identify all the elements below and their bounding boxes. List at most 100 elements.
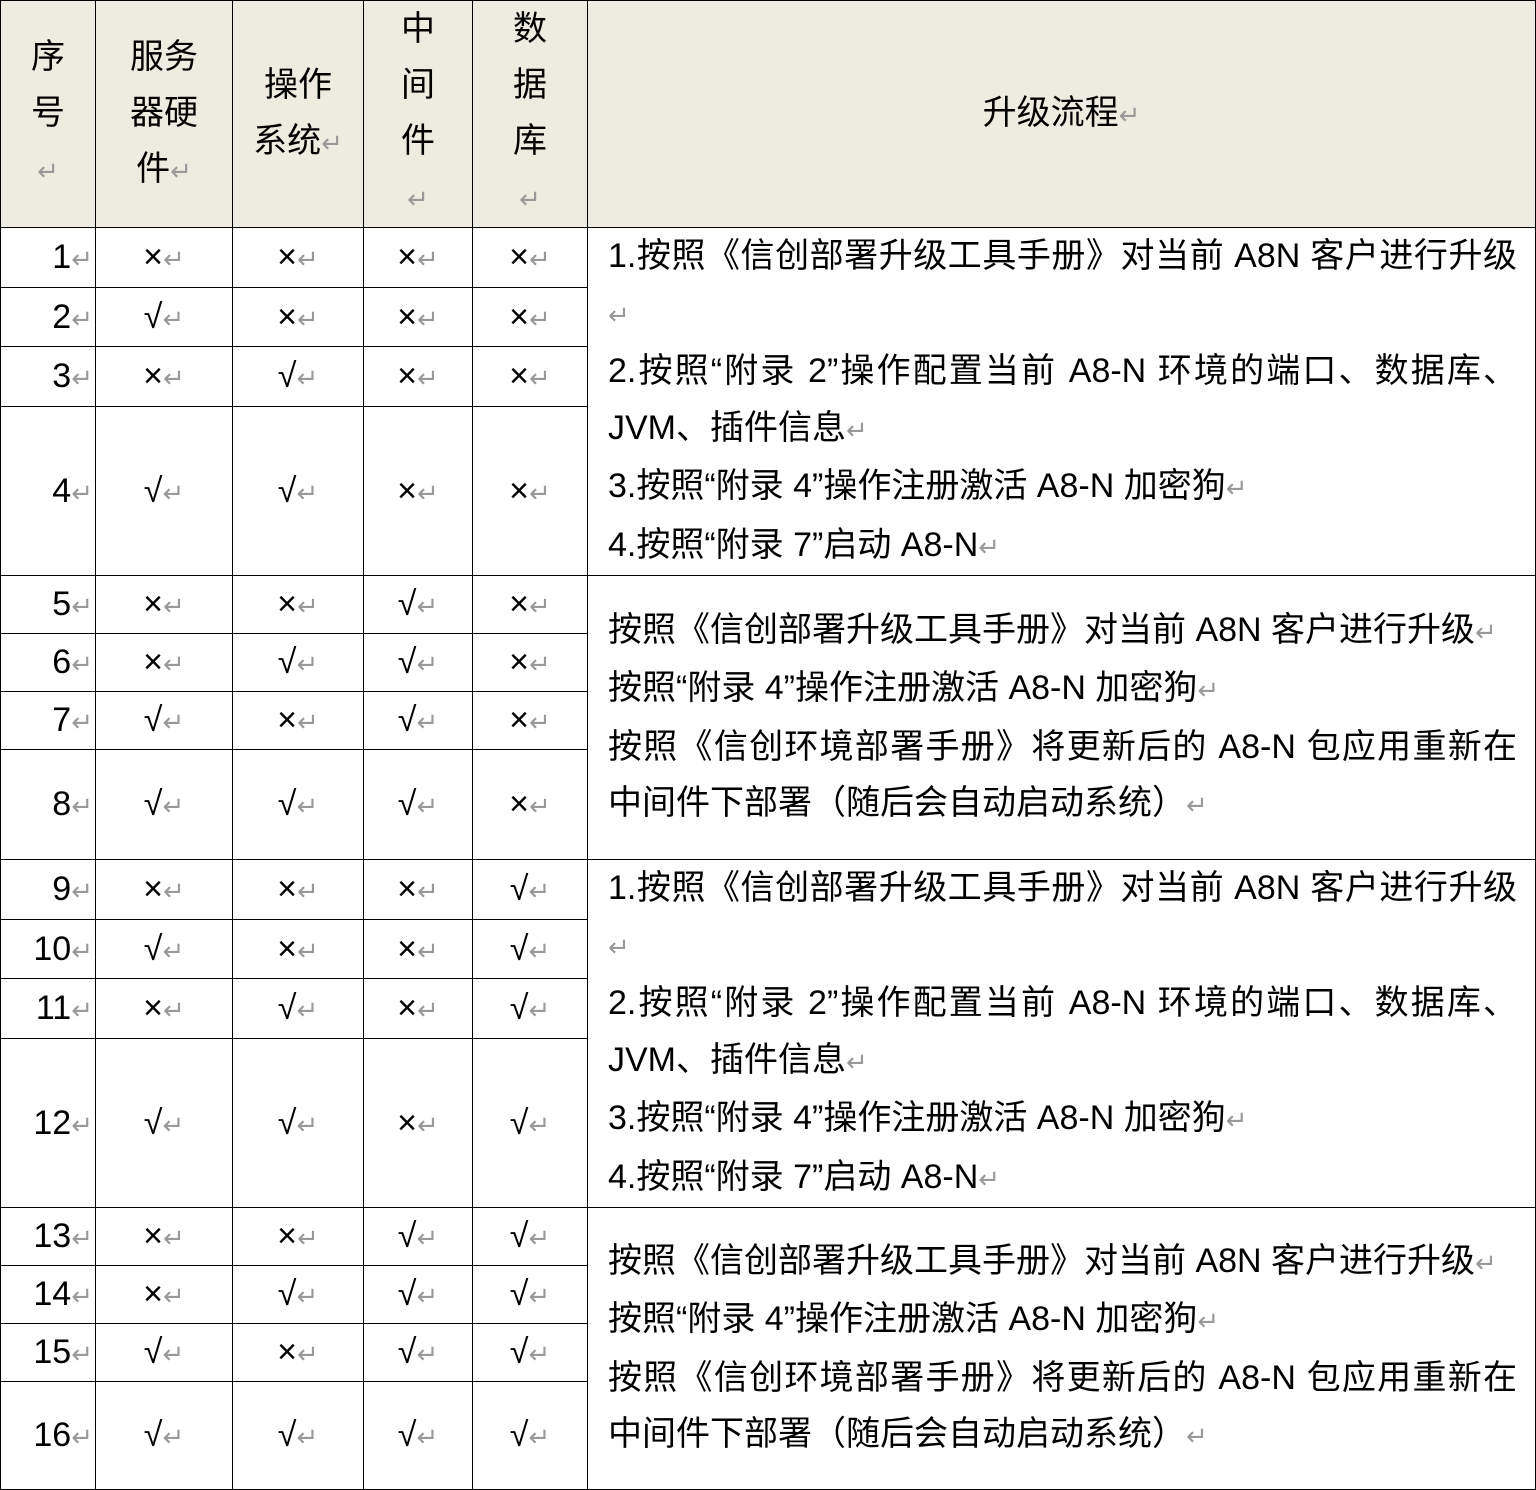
hardware-cell-value: √: [143, 929, 163, 968]
database-cell: √: [472, 978, 588, 1040]
os-cell: ×: [232, 859, 364, 920]
database-cell: ×: [472, 749, 588, 860]
database-cell: ×: [472, 286, 588, 348]
table-row: 9 × × × √ 1.按照《信创部署升级工具手册》对当前 A8N 客户进行升级2.按照“…: [0, 859, 1536, 1208]
process-step: 4.按照“附录 7”启动 A8-N: [608, 1149, 1517, 1208]
row-number-value: 16: [33, 1416, 72, 1454]
row-number-value: 4: [52, 471, 72, 510]
row-number-value: 10: [33, 929, 72, 968]
process-step: 1.按照《信创部署升级工具手册》对当前 A8N 客户进行升级: [608, 860, 1517, 975]
hardware-cell: √: [95, 691, 233, 750]
middleware-cell-value: ×: [397, 357, 418, 396]
middleware-cell-value: √: [397, 1275, 417, 1313]
hardware-cell: ×: [95, 1265, 233, 1324]
hardware-cell-value: √: [143, 701, 163, 739]
os-cell: √: [232, 633, 364, 692]
middleware-cell: √: [363, 749, 473, 860]
row-number-value: 14: [33, 1275, 72, 1313]
hardware-cell-value: ×: [143, 989, 164, 1028]
os-cell-value: √: [277, 1275, 297, 1313]
hardware-cell-value: ×: [143, 237, 164, 276]
hardware-cell: √: [95, 1323, 233, 1382]
database-cell-value: ×: [509, 643, 530, 681]
process-step: 按照“附录 4”操作注册激活 A8-N 加密狗: [608, 1291, 1517, 1350]
database-cell: ×: [472, 346, 588, 408]
header-no: 序号: [0, 0, 96, 228]
middleware-cell-value: √: [397, 785, 417, 823]
process-step: 按照“附录 4”操作注册激活 A8-N 加密狗: [608, 660, 1517, 719]
hardware-cell: ×: [95, 1207, 233, 1266]
hardware-cell: √: [95, 1038, 233, 1208]
upgrade-process-cell: 按照《信创部署升级工具手册》对当前 A8N 客户进行升级按照“附录 4”操作注册…: [587, 575, 1536, 860]
hardware-cell: √: [95, 406, 233, 576]
process-step: 按照《信创环境部署手册》将更新后的 A8-N 包应用重新在中间件下部署（随后会自…: [608, 1350, 1517, 1465]
row-number-value: 1: [52, 237, 72, 276]
database-cell: ×: [472, 633, 588, 692]
row-number-value: 7: [52, 701, 72, 739]
header-row: 序号 服务器硬件 操作系统 中间件 数据库 升级流程: [0, 0, 1536, 228]
hardware-cell-value: √: [143, 297, 163, 336]
hardware-cell: √: [95, 1381, 233, 1490]
upgrade-process-cell: 1.按照《信创部署升级工具手册》对当前 A8N 客户进行升级2.按照“附录 2”…: [587, 859, 1536, 1208]
os-cell: √: [232, 406, 364, 576]
os-cell-value: ×: [277, 869, 298, 908]
os-cell: ×: [232, 1207, 364, 1266]
hardware-cell-value: √: [143, 1333, 163, 1371]
database-cell: √: [472, 1381, 588, 1490]
os-cell: ×: [232, 227, 364, 288]
row-number-value: 2: [52, 297, 72, 336]
hardware-cell-value: √: [143, 471, 163, 510]
os-cell: √: [232, 346, 364, 408]
middleware-cell-value: √: [397, 643, 417, 681]
hardware-cell-value: √: [143, 1103, 163, 1142]
database-cell-value: ×: [509, 357, 530, 396]
database-cell: √: [472, 1265, 588, 1324]
os-cell-value: ×: [277, 929, 298, 968]
row-number: 2: [0, 286, 96, 348]
process-step: 3.按照“附录 4”操作注册激活 A8-N 加密狗: [608, 1090, 1517, 1149]
os-cell: ×: [232, 691, 364, 750]
process-step: 3.按照“附录 4”操作注册激活 A8-N 加密狗: [608, 458, 1517, 517]
database-cell: ×: [472, 406, 588, 576]
middleware-cell: √: [363, 1323, 473, 1382]
row-number-value: 6: [52, 643, 72, 681]
database-cell-value: √: [509, 1333, 529, 1371]
middleware-cell-value: √: [397, 585, 417, 623]
process-step: 2.按照“附录 2”操作配置当前 A8-N 环境的端口、数据库、JVM、插件信息: [608, 975, 1517, 1090]
database-cell-value: √: [509, 989, 529, 1028]
hardware-cell-value: √: [143, 1416, 163, 1454]
hardware-cell-value: ×: [143, 585, 164, 623]
row-number: 15: [0, 1323, 96, 1382]
hardware-cell: ×: [95, 227, 233, 288]
middleware-cell: ×: [363, 859, 473, 920]
row-number-value: 11: [35, 989, 72, 1028]
hardware-cell-value: ×: [143, 643, 164, 681]
os-cell: ×: [232, 918, 364, 980]
hardware-cell: ×: [95, 633, 233, 692]
middleware-cell-value: √: [397, 1416, 417, 1454]
hardware-cell: ×: [95, 346, 233, 408]
os-cell-value: √: [277, 1416, 297, 1454]
database-cell-value: √: [509, 869, 529, 908]
database-cell-value: ×: [509, 471, 530, 510]
middleware-cell: √: [363, 633, 473, 692]
hardware-cell-value: √: [143, 785, 163, 823]
hardware-cell: √: [95, 749, 233, 860]
row-number: 1: [0, 227, 96, 288]
middleware-cell: ×: [363, 286, 473, 348]
row-number-value: 9: [52, 869, 72, 908]
upgrade-process-cell: 按照《信创部署升级工具手册》对当前 A8N 客户进行升级按照“附录 4”操作注册…: [587, 1207, 1536, 1490]
os-cell: √: [232, 978, 364, 1040]
middleware-cell-value: ×: [397, 929, 418, 968]
hardware-cell-value: ×: [143, 869, 164, 908]
database-cell: ×: [472, 575, 588, 634]
header-database: 数据库: [472, 0, 588, 228]
os-cell-value: ×: [277, 237, 298, 276]
row-number: 8: [0, 749, 96, 860]
row-number-value: 8: [52, 785, 72, 823]
database-cell-value: ×: [509, 585, 530, 623]
os-cell: √: [232, 749, 364, 860]
row-number: 16: [0, 1381, 96, 1490]
hardware-cell-value: ×: [143, 357, 164, 396]
process-step: 按照《信创部署升级工具手册》对当前 A8N 客户进行升级: [608, 602, 1517, 661]
